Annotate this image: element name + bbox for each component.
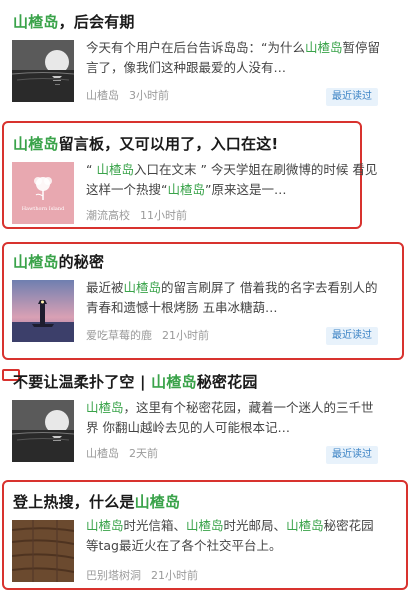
- recently-read-badge: 最近读过: [326, 88, 378, 106]
- article-1[interactable]: 山楂岛，后会有期 今天有个用户在后台告诉岛岛：“为什么山楂岛暂停留言了，像我们这…: [0, 0, 408, 118]
- moon-over-sea-icon: [12, 400, 74, 462]
- recently-read-badge: 最近读过: [326, 446, 378, 464]
- title-keyword: 山楂岛: [13, 253, 59, 271]
- article-snippet: “ 山楂岛入口在文末 ” 今天学姐在刷微博的时候 看见这样一个热搜“山楂岛”原来…: [86, 162, 378, 197]
- title-text: 留言板，又可以用了，入口在这!: [58, 135, 279, 153]
- timestamp: 2天前: [129, 447, 158, 460]
- source-name[interactable]: 潮流高校: [86, 209, 130, 222]
- article-4[interactable]: 不要让温柔扑了空 | 山楂岛秘密花园 山楂岛，这里有个秘密花园，藏着一个迷人的三…: [0, 362, 408, 474]
- article-snippet: 山楂岛时光信箱、山楂岛时光邮局、山楂岛秘密花园等tag最近火在了各个社交平台上。: [86, 518, 374, 553]
- moon-over-sea-icon: [12, 40, 74, 102]
- source-name[interactable]: 巴别塔树洞: [86, 569, 141, 582]
- recently-read-badge: 最近读过: [326, 327, 378, 345]
- article-snippet: 今天有个用户在后台告诉岛岛：“为什么山楂岛暂停留言了，像我们这种跟最爱的人没有…: [86, 40, 381, 75]
- timestamp: 3小时前: [129, 89, 169, 102]
- article-meta: 巴别塔树洞 21小时前: [86, 568, 198, 584]
- title-text: 不要让温柔扑了空 |: [13, 373, 152, 391]
- title-keyword: 山楂岛: [151, 373, 197, 391]
- title-text: 秘密花园: [196, 373, 258, 391]
- article-meta: 潮流高校 11小时前: [86, 208, 187, 224]
- article-title[interactable]: 山楂岛留言板，又可以用了，入口在这!: [13, 134, 278, 154]
- source-name[interactable]: 爱吃草莓的鹿: [86, 329, 152, 342]
- thumb-caption: Hawthorn Island: [21, 206, 65, 212]
- article-meta: 山楂岛 3小时前: [86, 88, 169, 104]
- article-title[interactable]: 山楂岛的秘密: [13, 252, 104, 272]
- title-keyword: 山楂岛: [13, 13, 59, 31]
- title-keyword: 山楂岛: [134, 493, 181, 511]
- article-snippet: 最近被山楂岛的留言刷屏了 借着我的名字去看别人的青春和遗憾十根烤肠 五串冰糖葫…: [86, 280, 378, 315]
- source-name[interactable]: 山楂岛: [86, 89, 119, 102]
- timestamp: 21小时前: [162, 329, 209, 342]
- article-title[interactable]: 登上热搜，什么是山楂岛: [13, 492, 180, 512]
- title-text: ，后会有期: [58, 13, 135, 31]
- title-keyword: 山楂岛: [13, 135, 59, 153]
- title-text: 登上热搜，什么是: [13, 493, 135, 511]
- flower-logo-icon: Hawthorn Island: [12, 162, 74, 224]
- article-3[interactable]: 山楂岛的秘密 最近被山楂岛的留言刷屏了 借着我的名字去看别人的青春和遗憾十根烤肠…: [0, 240, 408, 362]
- article-5[interactable]: 登上热搜，什么是山楂岛 山楂岛时光信箱、山楂岛时光邮局、山楂岛秘密花园等tag最…: [0, 478, 408, 594]
- article-title[interactable]: 山楂岛，后会有期: [13, 12, 135, 32]
- timestamp: 21小时前: [151, 569, 198, 582]
- source-name[interactable]: 山楂岛: [86, 447, 119, 460]
- article-meta: 爱吃草莓的鹿 21小时前: [86, 328, 209, 344]
- timestamp: 11小时前: [140, 209, 187, 222]
- article-meta: 山楂岛 2天前: [86, 446, 158, 462]
- title-text: 的秘密: [58, 253, 105, 271]
- wood-texture-icon: [12, 520, 74, 582]
- article-title[interactable]: 不要让温柔扑了空 | 山楂岛秘密花园: [13, 372, 258, 392]
- article-2[interactable]: 山楂岛留言板，又可以用了，入口在这! Hawthorn Island “ 山楂岛…: [0, 120, 408, 232]
- article-snippet: 山楂岛，这里有个秘密花园，藏着一个迷人的三千世界 你翻山越岭去见的人可能根本记…: [86, 400, 374, 435]
- lighthouse-icon: [12, 280, 74, 342]
